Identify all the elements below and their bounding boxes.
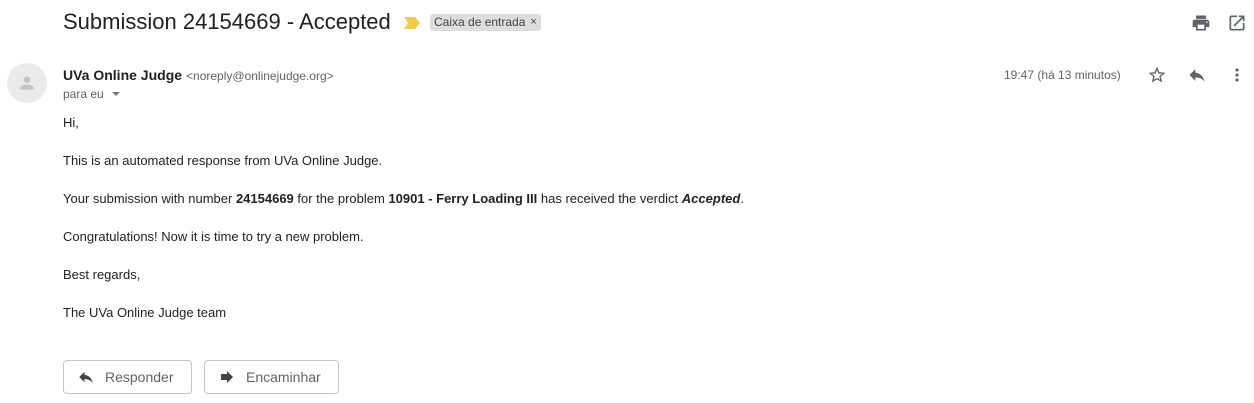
more-vertical-icon	[1235, 68, 1239, 82]
reply-footer-button[interactable]: Responder	[63, 360, 192, 394]
star-icon	[1148, 66, 1166, 83]
body-regards: Best regards,	[63, 267, 141, 282]
open-in-new-window-icon	[1229, 15, 1245, 31]
sender-name[interactable]: UVa Online Judge	[63, 67, 182, 83]
sender-line: UVa Online Judge <noreply@onlinejudge.org…	[63, 66, 334, 85]
verdict-prefix: Your submission with number	[63, 191, 236, 206]
print-button[interactable]	[1189, 11, 1213, 35]
verdict-text: Accepted	[681, 191, 741, 206]
submission-number: 24154669	[235, 191, 294, 206]
body-congrats: Congratulations! Now it is time to try a…	[63, 229, 364, 244]
print-icon	[1192, 15, 1210, 31]
reply-icon	[79, 371, 93, 383]
message-timestamp: 19:47 (há 13 minutos)	[1004, 68, 1121, 82]
sender-email: <noreply@onlinejudge.org>	[186, 69, 334, 83]
show-details-dropdown-icon[interactable]	[111, 92, 120, 96]
verdict-suffix: has received the verdict	[537, 191, 682, 206]
sender-avatar	[7, 63, 47, 103]
important-marker-icon[interactable]	[404, 17, 420, 29]
recipient-text: para eu	[63, 87, 104, 101]
forward-footer-button[interactable]: Encaminhar	[204, 360, 339, 394]
reply-button[interactable]	[1185, 63, 1209, 87]
more-options-button[interactable]	[1225, 63, 1249, 87]
email-subject: Submission 24154669 - Accepted	[63, 9, 391, 34]
body-signature: The UVa Online Judge team	[63, 305, 227, 320]
reply-footer-label: Responder	[105, 369, 174, 385]
open-in-new-window-button[interactable]	[1225, 11, 1249, 35]
star-button[interactable]	[1145, 63, 1169, 87]
remove-label-icon[interactable]: ×	[530, 14, 536, 31]
label-chip-inbox: Caixa de entrada ×	[430, 14, 541, 31]
person-icon	[20, 76, 34, 90]
forward-footer-label: Encaminhar	[246, 369, 321, 385]
reply-icon	[1189, 69, 1205, 82]
recipient-line: para eu	[63, 87, 120, 101]
verdict-end: .	[740, 191, 744, 206]
body-greeting: Hi,	[63, 115, 79, 130]
forward-icon	[221, 371, 233, 383]
problem-name: 10901 - Ferry Loading III	[388, 191, 538, 206]
body-verdict-line: Your submission with number 24154669 for…	[63, 191, 744, 207]
verdict-middle: for the problem	[293, 191, 389, 206]
label-chip-text: Caixa de entrada	[434, 15, 526, 29]
body-intro: This is an automated response from UVa O…	[63, 153, 383, 168]
